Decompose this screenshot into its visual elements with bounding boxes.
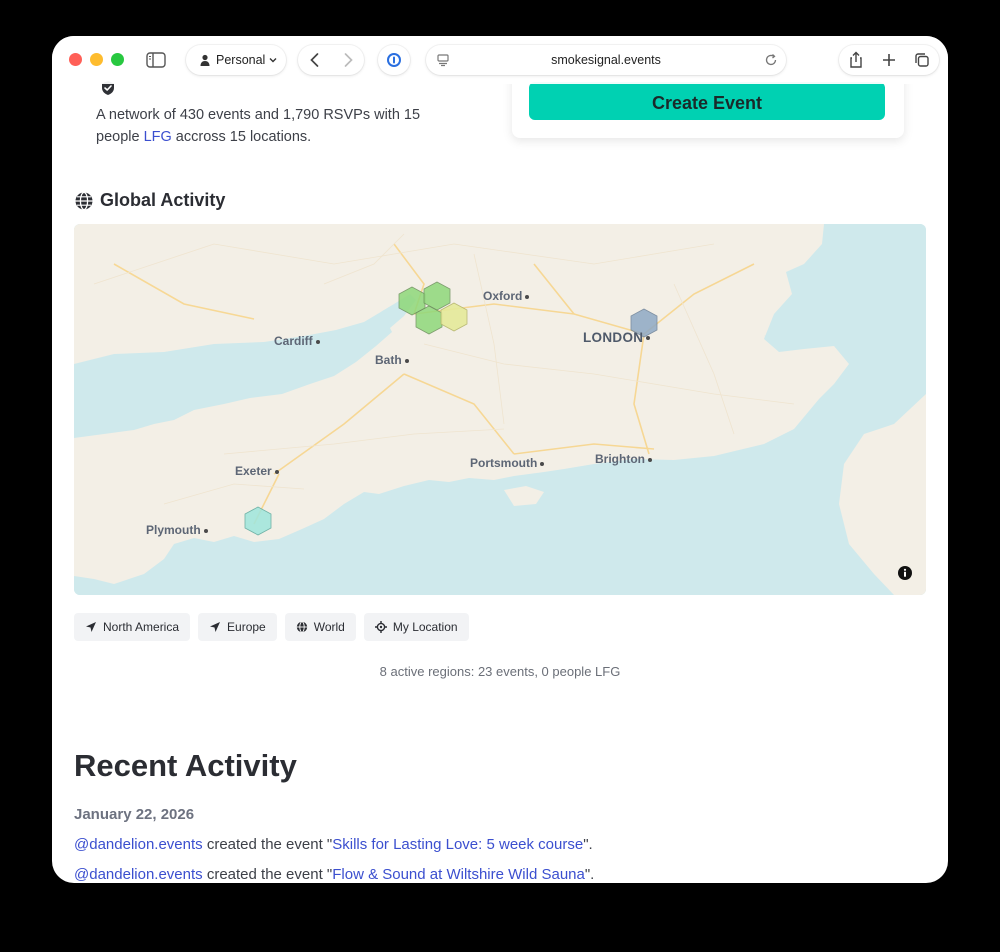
global-activity-heading: Global Activity bbox=[74, 190, 225, 211]
sidebar-toggle-icon[interactable] bbox=[145, 50, 167, 70]
event-link[interactable]: Skills for Lasting Love: 5 week course bbox=[332, 836, 583, 853]
actor-link[interactable]: @dandelion.events bbox=[74, 866, 203, 883]
recent-activity-heading: Recent Activity bbox=[74, 748, 297, 783]
europe-button[interactable]: Europe bbox=[198, 613, 277, 641]
back-icon[interactable] bbox=[308, 52, 322, 68]
city-label-brighton: Brighton bbox=[595, 452, 652, 466]
activity-map[interactable]: Oxford Cardiff Bath LONDON Exeter Portsm… bbox=[74, 224, 926, 595]
forward-icon[interactable] bbox=[341, 52, 355, 68]
activity-item: @dandelion.events created the event "Ski… bbox=[74, 836, 593, 853]
event-link[interactable]: Flow & Sound at Wiltshire Wild Sauna bbox=[332, 866, 585, 883]
city-label-plymouth: Plymouth bbox=[146, 523, 208, 537]
person-icon bbox=[200, 54, 210, 66]
crosshair-icon bbox=[374, 621, 387, 633]
city-label-exeter: Exeter bbox=[235, 464, 279, 478]
activity-item: @dandelion.events created the event "Flo… bbox=[74, 866, 595, 883]
url-text: smokesignal.events bbox=[551, 53, 661, 67]
browser-toolbar: Personal smokesignal.events bbox=[52, 36, 948, 84]
globe-icon bbox=[75, 191, 93, 210]
city-label-portsmouth: Portsmouth bbox=[470, 456, 545, 470]
activity-summary: 8 active regions: 23 events, 0 people LF… bbox=[379, 664, 621, 679]
tab-overview-icon[interactable] bbox=[914, 52, 930, 68]
new-tab-icon[interactable] bbox=[881, 52, 897, 68]
north-america-button[interactable]: North America bbox=[74, 613, 191, 641]
city-label-bath: Bath bbox=[375, 353, 409, 367]
toolbar-actions bbox=[839, 45, 939, 75]
city-label-oxford: Oxford bbox=[483, 289, 530, 303]
location-arrow-icon bbox=[86, 622, 96, 632]
region-button-group: North America Europe World My Location bbox=[74, 613, 469, 641]
close-window-button[interactable] bbox=[69, 53, 82, 66]
create-event-button[interactable]: Create Event bbox=[529, 82, 885, 120]
activity-date: January 22, 2026 bbox=[74, 806, 195, 823]
city-label-cardiff: Cardiff bbox=[274, 334, 320, 348]
browser-window: A network of 430 events and 1,790 RSVPs … bbox=[52, 36, 948, 883]
chevron-down-icon bbox=[269, 58, 277, 63]
page-content: A network of 430 events and 1,790 RSVPs … bbox=[52, 36, 948, 883]
minimize-window-button[interactable] bbox=[90, 53, 103, 66]
zoom-window-button[interactable] bbox=[111, 53, 124, 66]
my-location-button[interactable]: My Location bbox=[363, 613, 469, 641]
address-bar[interactable]: smokesignal.events bbox=[426, 45, 786, 75]
world-button[interactable]: World bbox=[284, 613, 356, 641]
profile-label: Personal bbox=[216, 53, 266, 67]
network-stats: A network of 430 events and 1,790 RSVPs … bbox=[96, 104, 436, 148]
lfg-link[interactable]: LFG bbox=[144, 129, 172, 145]
actor-link[interactable]: @dandelion.events bbox=[74, 836, 203, 853]
city-label-london: LONDON bbox=[583, 330, 651, 345]
info-icon[interactable] bbox=[898, 566, 912, 580]
navigation-buttons bbox=[298, 45, 364, 75]
reload-icon[interactable] bbox=[764, 53, 778, 67]
share-icon[interactable] bbox=[848, 51, 864, 69]
location-arrow-icon bbox=[210, 622, 221, 632]
password-manager-icon bbox=[387, 53, 401, 67]
map-tiles bbox=[74, 224, 926, 595]
global-activity-title: Global Activity bbox=[100, 190, 226, 210]
page-settings-icon[interactable] bbox=[436, 53, 450, 67]
password-manager-button[interactable] bbox=[378, 45, 410, 75]
stats-suffix: accross 15 locations. bbox=[171, 129, 312, 145]
globe-icon bbox=[296, 621, 307, 633]
profile-switcher[interactable]: Personal bbox=[186, 45, 286, 75]
